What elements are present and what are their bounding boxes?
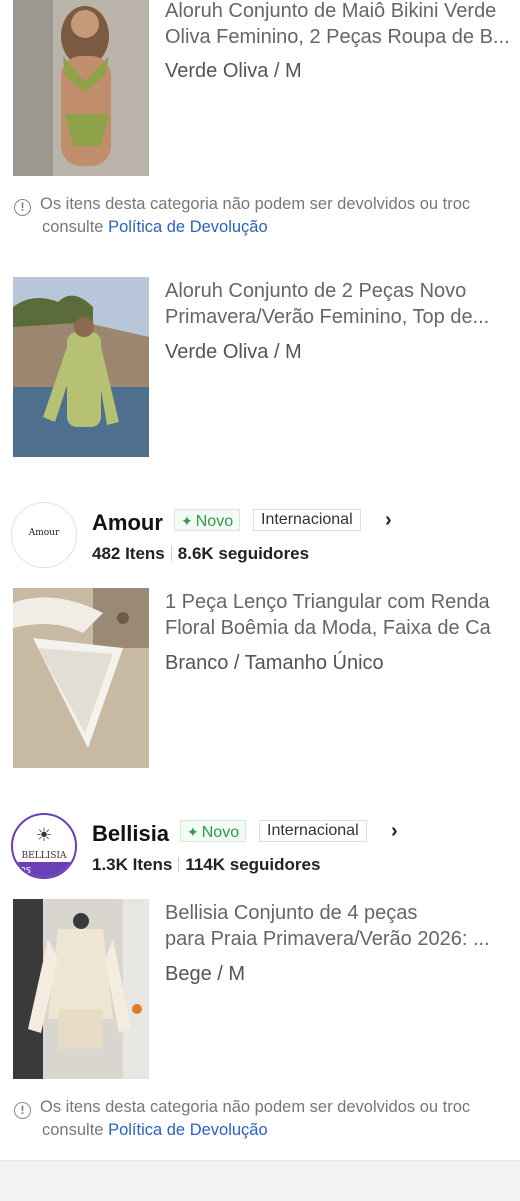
international-badge: Internacional [259, 820, 367, 842]
sparkle-icon: ✦ [181, 513, 193, 529]
product-title[interactable]: Bellisia Conjunto de 4 peças para Praia … [165, 900, 520, 952]
return-policy-link[interactable]: Política de Devolução [108, 218, 268, 236]
new-badge: ✦ Novo [174, 509, 241, 531]
store-stats: 482 Itens 8.6K seguidores [92, 544, 310, 563]
product-variant[interactable]: Verde Oliva / M [165, 60, 302, 83]
product-image[interactable] [13, 588, 149, 768]
chevron-right-icon[interactable]: › [385, 509, 392, 532]
store-name[interactable]: Amour [92, 510, 163, 536]
store-logo[interactable]: Amour [11, 502, 77, 568]
product-variant[interactable]: Verde Oliva / M [165, 341, 302, 364]
return-policy-notice: ! Os itens desta categoria não podem ser … [14, 193, 520, 238]
return-policy-notice: ! Os itens desta categoria não podem ser … [14, 1096, 520, 1141]
store-header[interactable]: Amour Amour ✦ Novo Internacional › 482 It… [0, 502, 520, 572]
new-badge: ✦ Novo [180, 820, 247, 842]
store-stats: 1.3K Itens 114K seguidores [92, 855, 321, 874]
product-variant[interactable]: Branco / Tamanho Único [165, 652, 384, 675]
product-image[interactable] [13, 899, 149, 1079]
store-logo[interactable]: ☀ BELLISIA ias [11, 813, 77, 879]
product-title[interactable]: 1 Peça Lenço Triangular com Renda Floral… [165, 589, 520, 641]
product-image[interactable] [13, 0, 149, 176]
store-name[interactable]: Bellisia [92, 821, 169, 847]
store-header[interactable]: ☀ BELLISIA ias Bellisia ✦ Novo Internacio… [0, 813, 520, 883]
bottom-bar [0, 1160, 520, 1201]
return-policy-link[interactable]: Política de Devolução [108, 1121, 268, 1139]
info-icon: ! [14, 1102, 31, 1119]
international-badge: Internacional [253, 509, 361, 531]
info-icon: ! [14, 199, 31, 216]
product-image[interactable] [13, 277, 149, 457]
chevron-right-icon[interactable]: › [391, 820, 398, 843]
sparkle-icon: ✦ [187, 824, 199, 840]
product-title[interactable]: Aloruh Conjunto de 2 Peças Novo Primaver… [165, 278, 520, 330]
sun-icon: ☀ [35, 825, 53, 845]
product-title[interactable]: Aloruh Conjunto de Maiô Bikini Verde Oli… [165, 0, 520, 50]
product-variant[interactable]: Bege / M [165, 963, 245, 986]
